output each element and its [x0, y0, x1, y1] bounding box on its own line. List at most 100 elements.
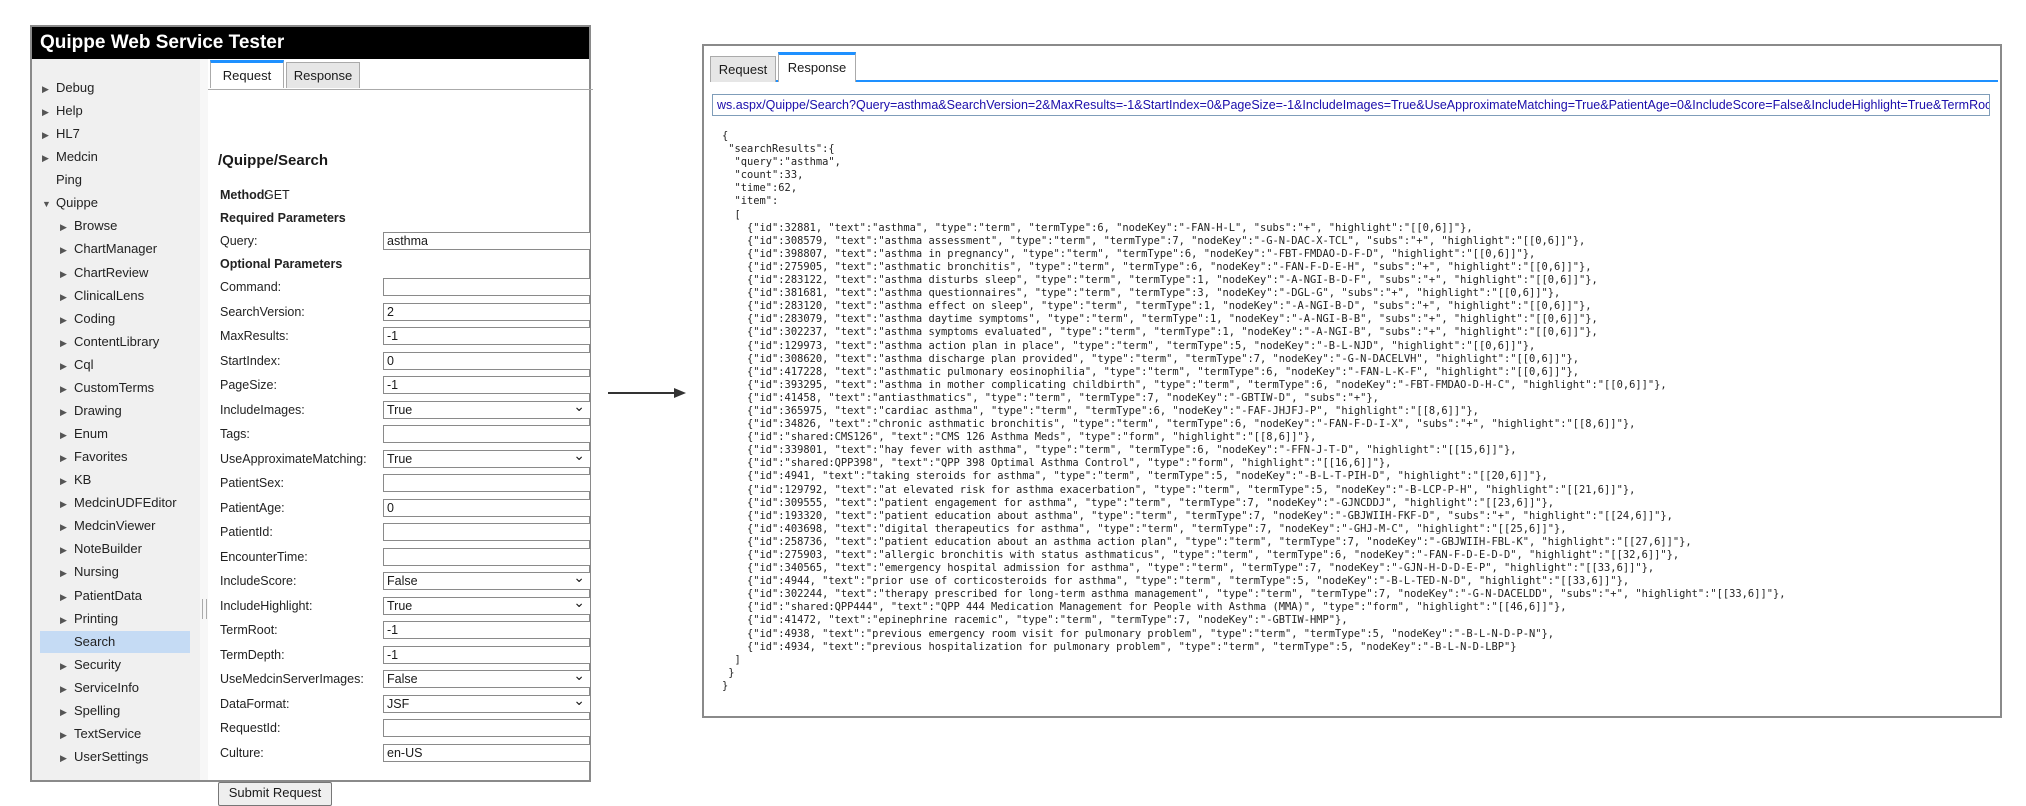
sidebar-item-label: ChartReview: [74, 264, 149, 280]
triangle-right-icon[interactable]: ▶: [60, 401, 74, 423]
sidebar-item-label: Spelling: [74, 702, 121, 718]
sidebar-item-hl7[interactable]: ▶ HL7: [32, 123, 80, 145]
sidebar-item-label: Help: [56, 103, 83, 119]
triangle-right-icon[interactable]: ▶: [60, 447, 74, 469]
sidebar-item-serviceinfo[interactable]: ▶ ServiceInfo: [32, 677, 139, 699]
triangle-right-icon[interactable]: ▶: [60, 216, 74, 238]
triangle-right-icon[interactable]: ▶: [60, 701, 74, 723]
sidebar-item-quippe[interactable]: ▼ Quippe: [32, 192, 98, 214]
sidebar-item-printing[interactable]: ▶ Printing: [32, 608, 118, 630]
include-score-select[interactable]: False: [383, 569, 591, 590]
triangle-right-icon[interactable]: ▶: [60, 355, 74, 377]
patient-age-label: PatientAge:: [220, 500, 285, 515]
triangle-down-icon[interactable]: ▼: [42, 193, 56, 215]
submit-request-button[interactable]: Submit Request: [218, 782, 332, 806]
triangle-right-icon[interactable]: ▶: [60, 562, 74, 584]
sidebar-item-medcinviewer[interactable]: ▶ MedcinViewer: [32, 515, 155, 537]
sidebar-item-favorites[interactable]: ▶ Favorites: [32, 446, 127, 468]
patient-id-input[interactable]: [383, 523, 591, 541]
max-results-input[interactable]: -1: [383, 327, 591, 345]
sidebar-item-notebuilder[interactable]: ▶ NoteBuilder: [32, 538, 142, 560]
triangle-right-icon[interactable]: ▶: [60, 424, 74, 446]
triangle-right-icon[interactable]: ▶: [60, 332, 74, 354]
sidebar-item-ping[interactable]: Ping: [32, 169, 82, 191]
sidebar-item-medcin[interactable]: ▶ Medcin: [32, 146, 98, 168]
patient-age-input[interactable]: 0: [383, 498, 591, 517]
triangle-right-icon[interactable]: ▶: [60, 609, 74, 631]
arrow-right-icon: [608, 388, 686, 398]
triangle-right-icon[interactable]: ▶: [60, 470, 74, 492]
sidebar-item-usersettings[interactable]: ▶ UserSettings: [32, 746, 148, 768]
triangle-right-icon[interactable]: ▶: [60, 678, 74, 700]
sidebar-item-cql[interactable]: ▶ Cql: [32, 354, 94, 376]
tags-input[interactable]: [383, 425, 591, 443]
splitter-grip[interactable]: [202, 599, 207, 619]
page-size-input[interactable]: -1: [383, 376, 591, 394]
request-url-link[interactable]: ws.aspx/Quippe/Search?Query=asthma&Searc…: [712, 94, 1990, 116]
use-approximate-matching-select[interactable]: True: [383, 447, 591, 468]
use-medcin-server-images-select[interactable]: False: [383, 667, 591, 688]
sidebar-item-coding[interactable]: ▶ Coding: [32, 308, 115, 330]
triangle-right-icon[interactable]: ▶: [60, 655, 74, 677]
sidebar-item-label: Favorites: [74, 449, 128, 465]
triangle-right-icon[interactable]: ▶: [60, 263, 74, 285]
sidebar-item-textservice[interactable]: ▶ TextService: [32, 723, 141, 745]
triangle-right-icon[interactable]: ▶: [60, 286, 74, 308]
request-id-input[interactable]: [383, 719, 591, 737]
triangle-right-icon[interactable]: ▶: [60, 747, 74, 769]
right-tab-bar: Request Response: [710, 50, 1998, 82]
sidebar-item-search[interactable]: Search: [40, 630, 190, 653]
triangle-right-icon[interactable]: ▶: [42, 101, 56, 123]
triangle-right-icon[interactable]: ▶: [42, 124, 56, 146]
patient-sex-input[interactable]: [383, 474, 591, 492]
sidebar-item-chartreview[interactable]: ▶ ChartReview: [32, 262, 148, 284]
tab-response[interactable]: Response: [286, 62, 360, 88]
sidebar-item-clinicallens[interactable]: ▶ ClinicalLens: [32, 285, 144, 307]
include-highlight-select[interactable]: True: [383, 594, 591, 615]
start-index-input[interactable]: 0: [383, 351, 591, 370]
sidebar-item-customterms[interactable]: ▶ CustomTerms: [32, 377, 154, 399]
include-images-label: IncludeImages:: [220, 402, 305, 417]
sidebar-item-label: MedcinUDFEditor: [74, 495, 177, 511]
triangle-right-icon[interactable]: ▶: [60, 493, 74, 515]
culture-input[interactable]: en-US: [383, 743, 591, 762]
sidebar-item-security[interactable]: ▶ Security: [32, 654, 121, 676]
method-label: Method:: [220, 188, 269, 202]
sidebar-item-kb[interactable]: ▶ KB: [32, 469, 91, 491]
sidebar-item-label: Coding: [74, 310, 116, 326]
triangle-right-icon[interactable]: ▶: [60, 516, 74, 538]
sidebar-item-browse[interactable]: ▶ Browse: [32, 215, 117, 237]
triangle-right-icon[interactable]: ▶: [42, 147, 56, 169]
query-input[interactable]: asthma: [383, 232, 591, 250]
sidebar-item-spelling[interactable]: ▶ Spelling: [32, 700, 120, 722]
command-input[interactable]: [383, 278, 591, 296]
term-root-input[interactable]: -1: [383, 621, 591, 639]
sidebar-item-debug[interactable]: ▶ Debug: [32, 77, 94, 99]
term-depth-input[interactable]: -1: [383, 645, 591, 664]
triangle-right-icon[interactable]: ▶: [42, 78, 56, 100]
sidebar-item-chartmanager[interactable]: ▶ ChartManager: [32, 238, 157, 260]
sidebar-item-drawing[interactable]: ▶ Drawing: [32, 400, 122, 422]
tab-request[interactable]: Request: [210, 60, 284, 88]
term-root-label: TermRoot:: [220, 623, 278, 637]
triangle-right-icon[interactable]: ▶: [60, 539, 74, 561]
search-version-input[interactable]: 2: [383, 302, 591, 321]
sidebar-item-help[interactable]: ▶ Help: [32, 100, 83, 122]
tab-response[interactable]: Response: [778, 52, 856, 82]
splitter[interactable]: [200, 59, 208, 780]
sidebar-item-patientdata[interactable]: ▶ PatientData: [32, 585, 142, 607]
sidebar-item-nursing[interactable]: ▶ Nursing: [32, 561, 119, 583]
encounter-time-input[interactable]: [383, 547, 591, 566]
triangle-right-icon[interactable]: ▶: [60, 378, 74, 400]
tab-request[interactable]: Request: [710, 56, 776, 82]
triangle-right-icon[interactable]: ▶: [60, 309, 74, 331]
data-format-select[interactable]: JSF: [383, 692, 591, 713]
triangle-right-icon[interactable]: ▶: [60, 239, 74, 261]
tags-label: Tags:: [220, 427, 250, 441]
sidebar-item-enum[interactable]: ▶ Enum: [32, 423, 108, 445]
sidebar-item-medcinudfeditor[interactable]: ▶ MedcinUDFEditor: [32, 492, 177, 514]
include-images-select[interactable]: True: [383, 398, 591, 419]
triangle-right-icon[interactable]: ▶: [60, 586, 74, 608]
sidebar-item-contentlibrary[interactable]: ▶ ContentLibrary: [32, 331, 159, 353]
triangle-right-icon[interactable]: ▶: [60, 724, 74, 746]
